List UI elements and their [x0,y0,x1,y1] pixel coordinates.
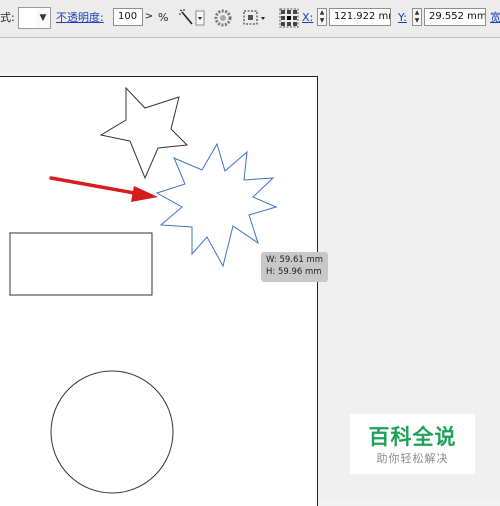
logo-title: 百科全说 [368,425,457,449]
dimension-tooltip: W: 59.61 mm H: 59.96 mm [261,252,328,282]
star-shape[interactable] [99,86,189,180]
watermark-logo: 百科全说 助你轻松解决 [350,414,475,474]
logo-subtitle: 助你轻松解决 [376,452,449,465]
tooltip-width: W: 59.61 mm [266,255,324,265]
circle-shape[interactable] [50,370,174,494]
annotation-arrow [49,176,158,202]
starburst-shape-selected[interactable] [155,142,278,268]
tooltip-height: H: 59.96 mm [266,267,322,277]
rectangle-shape[interactable] [9,232,153,296]
